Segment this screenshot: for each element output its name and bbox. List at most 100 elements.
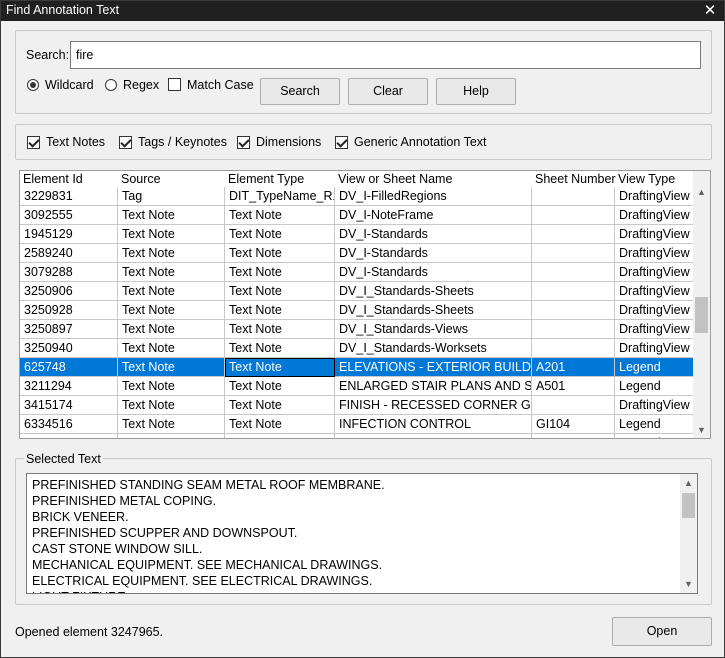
cell-view-type[interactable]: DraftingView — [615, 339, 694, 358]
cell-sheet-number[interactable]: GI104 — [532, 415, 615, 434]
cell-source[interactable]: Text Note — [118, 301, 225, 320]
table-row[interactable]: 1945129 Text Note Text Note DV_I-Standards D… — [20, 225, 694, 244]
text-scroll-down-icon[interactable]: ▼ — [680, 579, 697, 589]
cell-source[interactable]: Text Note — [118, 206, 225, 225]
cell-view-name[interactable]: DV_I_Standards-Sheets — [335, 282, 532, 301]
cell-view-type[interactable]: DraftingView — [615, 301, 694, 320]
results-grid[interactable]: Element Id Source Element Type View or S… — [19, 170, 711, 439]
cell-element-id[interactable]: 3250906 — [20, 282, 118, 301]
table-row[interactable]: 3211294 Text Note Text Note ENLARGED STAIR … — [20, 377, 694, 396]
scroll-down-icon[interactable]: ▼ — [693, 425, 710, 435]
table-row[interactable]: 3092555 Text Note Text Note DV_I-NoteFrame D… — [20, 206, 694, 225]
tags-keynotes-checkbox[interactable] — [119, 136, 132, 149]
column-header-source[interactable]: Source — [121, 172, 161, 186]
cell-element-type[interactable]: Text Note — [225, 358, 335, 377]
cell-view-type[interactable]: DraftingView — [615, 225, 694, 244]
cell-element-id[interactable]: 625748 — [20, 358, 118, 377]
cell-element-id[interactable]: 3211294 — [20, 377, 118, 396]
cell-sheet-number[interactable] — [532, 320, 615, 339]
open-button[interactable]: Open — [612, 617, 712, 646]
cell-view-name[interactable]: DV_I-Standards — [335, 263, 532, 282]
cell-element-id[interactable]: 3415174 — [20, 396, 118, 415]
cell-view-name[interactable]: FINISH - RECESSED CORNER GUARD — [335, 396, 532, 415]
text-vertical-scrollbar[interactable]: ▲ ▼ — [680, 474, 697, 593]
cell-sheet-number[interactable]: A201 — [532, 358, 615, 377]
cell-sheet-number[interactable] — [532, 244, 615, 263]
cell-view-type[interactable]: DraftingView — [615, 206, 694, 225]
cell-view-type[interactable]: Legend — [615, 434, 694, 438]
cell-element-type[interactable]: Text Note — [225, 244, 335, 263]
cell-sheet-number[interactable] — [532, 396, 615, 415]
cell-element-id[interactable]: 3079288 — [20, 263, 118, 282]
grid-scroll-thumb[interactable] — [695, 297, 708, 333]
cell-sheet-number[interactable]: A501 — [532, 377, 615, 396]
cell-element-type[interactable]: Text Note — [225, 434, 335, 438]
cell-view-name[interactable]: INFECTION CONTROL — [335, 434, 532, 438]
match-case-label[interactable]: Match Case — [187, 78, 254, 92]
text-scroll-up-icon[interactable]: ▲ — [680, 478, 697, 488]
column-header-sheet-number[interactable]: Sheet Number — [535, 172, 616, 186]
cell-source[interactable]: Text Note — [118, 282, 225, 301]
selected-text-area[interactable]: PREFINISHED STANDING SEAM METAL ROOF MEM… — [26, 473, 698, 594]
table-row[interactable]: 2589240 Text Note Text Note DV_I-Standards D… — [20, 244, 694, 263]
cell-element-type[interactable]: Text Note — [225, 282, 335, 301]
table-row[interactable]: 3250906 Text Note Text Note DV_I_Standards-… — [20, 282, 694, 301]
search-button[interactable]: Search — [260, 78, 340, 105]
cell-element-id[interactable]: 3250940 — [20, 339, 118, 358]
cell-view-type[interactable]: DraftingView — [615, 263, 694, 282]
cell-view-type[interactable]: Legend — [615, 377, 694, 396]
tags-keynotes-label[interactable]: Tags / Keynotes — [138, 135, 227, 149]
cell-view-name[interactable]: DV_I-FilledRegions — [335, 187, 532, 206]
cell-element-type[interactable]: Text Note — [225, 206, 335, 225]
cell-source[interactable]: Text Note — [118, 358, 225, 377]
cell-sheet-number[interactable]: GI104 — [532, 434, 615, 438]
cell-view-type[interactable]: DraftingView — [615, 282, 694, 301]
cell-element-id[interactable]: 3250928 — [20, 301, 118, 320]
table-row[interactable]: 3250928 Text Note Text Note DV_I_Standards-… — [20, 301, 694, 320]
cell-source[interactable]: Text Note — [118, 377, 225, 396]
cell-element-id[interactable]: 6334516 — [20, 415, 118, 434]
cell-sheet-number[interactable] — [532, 339, 615, 358]
close-icon[interactable]: ✕ — [702, 1, 718, 21]
cell-element-type[interactable]: Text Note — [225, 377, 335, 396]
cell-source[interactable]: Text Note — [118, 396, 225, 415]
table-row[interactable]: 6334516 Text Note Text Note INFECTION CONTR… — [20, 415, 694, 434]
search-input[interactable]: fire — [70, 41, 701, 69]
regex-label[interactable]: Regex — [123, 78, 159, 92]
cell-view-name[interactable]: DV_I-Standards — [335, 244, 532, 263]
cell-sheet-number[interactable] — [532, 187, 615, 206]
cell-view-type[interactable]: DraftingView — [615, 187, 694, 206]
regex-radio[interactable] — [105, 79, 117, 91]
column-header-view-name[interactable]: View or Sheet Name — [338, 172, 452, 186]
cell-source[interactable]: Text Note — [118, 434, 225, 438]
cell-view-name[interactable]: DV_I-Standards — [335, 225, 532, 244]
column-header-element-id[interactable]: Element Id — [23, 172, 83, 186]
cell-source[interactable]: Text Note — [118, 320, 225, 339]
cell-view-name[interactable]: ELEVATIONS - EXTERIOR BUILDING — [335, 358, 532, 377]
table-row[interactable]: 6335503Text NoteText NoteINFECTION CONTR… — [20, 434, 694, 438]
cell-element-id[interactable]: 3250897 — [20, 320, 118, 339]
cell-element-id[interactable]: 6335503 — [20, 434, 118, 438]
cell-view-name[interactable]: DV_I_Standards-Sheets — [335, 301, 532, 320]
cell-element-type[interactable]: Text Note — [225, 301, 335, 320]
table-row[interactable]: 625748 Text Note Text Note ELEVATIONS - EXT… — [20, 358, 694, 377]
cell-view-type[interactable]: DraftingView — [615, 396, 694, 415]
cell-sheet-number[interactable] — [532, 225, 615, 244]
grid-vertical-scrollbar[interactable]: ▲ ▼ — [693, 171, 710, 438]
scroll-up-icon[interactable]: ▲ — [693, 187, 710, 197]
dimensions-label[interactable]: Dimensions — [256, 135, 321, 149]
cell-view-name[interactable]: DV_I-NoteFrame — [335, 206, 532, 225]
cell-sheet-number[interactable] — [532, 263, 615, 282]
cell-view-type[interactable]: Legend — [615, 358, 694, 377]
cell-view-name[interactable]: INFECTION CONTROL — [335, 415, 532, 434]
cell-element-type[interactable]: Text Note — [225, 263, 335, 282]
cell-sheet-number[interactable] — [532, 301, 615, 320]
column-header-view-type[interactable]: View Type — [618, 172, 675, 186]
cell-view-name[interactable]: ENLARGED STAIR PLANS AND SECTI — [335, 377, 532, 396]
cell-element-type[interactable]: Text Note — [225, 339, 335, 358]
cell-element-id[interactable]: 3092555 — [20, 206, 118, 225]
cell-sheet-number[interactable] — [532, 282, 615, 301]
cell-source[interactable]: Text Note — [118, 225, 225, 244]
cell-element-type[interactable]: Text Note — [225, 225, 335, 244]
text-scroll-thumb[interactable] — [682, 493, 695, 518]
